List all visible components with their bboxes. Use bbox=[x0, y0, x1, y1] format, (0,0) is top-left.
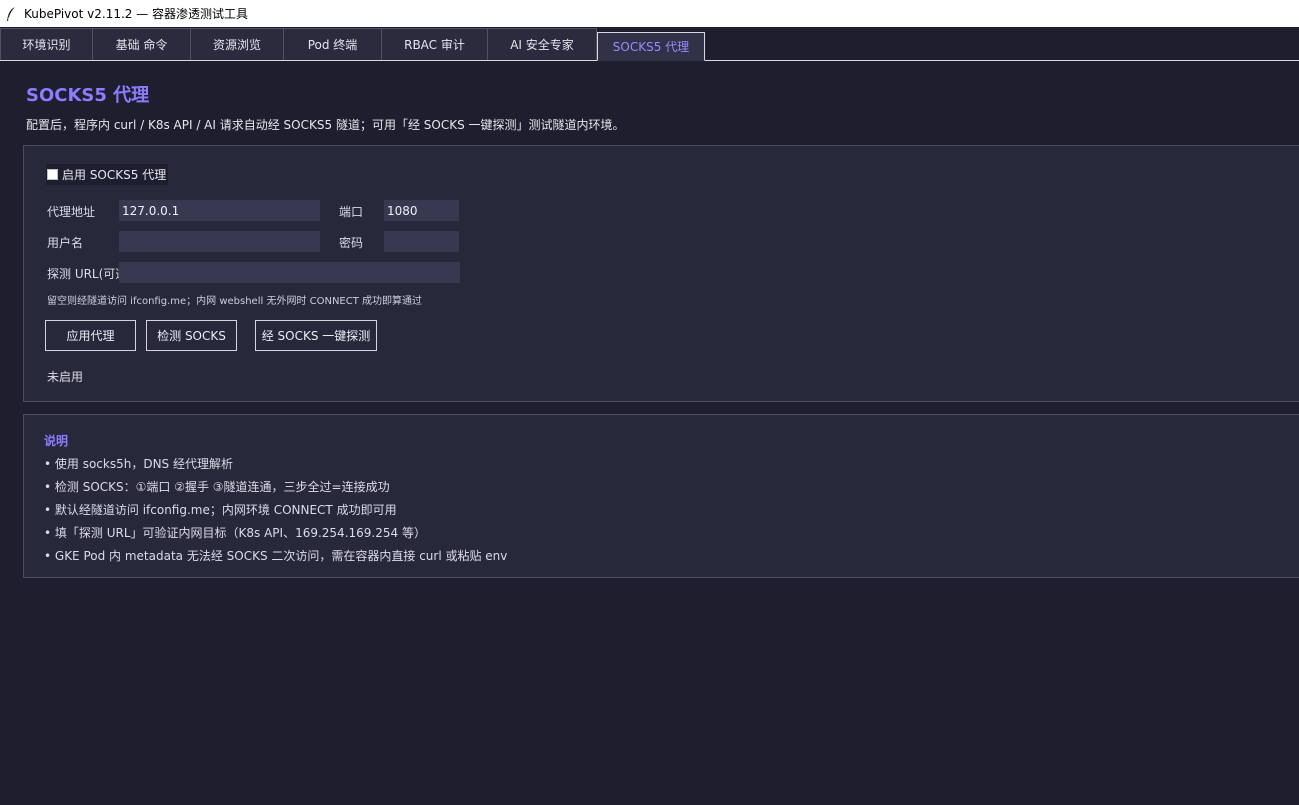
note-line: • 使用 socks5h，DNS 经代理解析 bbox=[44, 457, 233, 471]
note-line: • 检测 SOCKS：①端口 ②握手 ③隧道连通，三步全过=连接成功 bbox=[44, 480, 390, 494]
tab-basic-commands[interactable]: 基础 命令 bbox=[92, 28, 191, 60]
notes-title: 说明 bbox=[44, 434, 69, 448]
apply-proxy-button[interactable]: 应用代理 bbox=[45, 320, 136, 351]
feather-icon bbox=[4, 6, 18, 22]
proxy-status: 未启用 bbox=[47, 370, 84, 384]
checkbox-box[interactable] bbox=[47, 169, 58, 180]
password-input[interactable] bbox=[384, 231, 459, 252]
username-input[interactable] bbox=[119, 231, 320, 252]
probe-url-input[interactable] bbox=[119, 262, 460, 283]
tab-ai-security-expert[interactable]: AI 安全专家 bbox=[487, 28, 597, 60]
port-input[interactable]: 1080 bbox=[384, 200, 459, 221]
probe-via-socks-button[interactable]: 经 SOCKS 一键探测 bbox=[255, 320, 377, 351]
title-bar: KubePivot v2.11.2 — 容器渗透测试工具 bbox=[0, 0, 1299, 27]
enable-socks5-label: 启用 SOCKS5 代理 bbox=[62, 168, 167, 182]
username-label: 用户名 bbox=[47, 236, 84, 250]
enable-socks5-checkbox[interactable]: 启用 SOCKS5 代理 bbox=[46, 164, 169, 185]
note-line: • GKE Pod 内 metadata 无法经 SOCKS 二次访问，需在容器… bbox=[44, 549, 508, 563]
check-socks-button[interactable]: 检测 SOCKS bbox=[146, 320, 237, 351]
tab-rbac-audit[interactable]: RBAC 审计 bbox=[381, 28, 488, 60]
tab-socks5-proxy[interactable]: SOCKS5 代理 bbox=[597, 32, 705, 61]
note-line: • 默认经隧道访问 ifconfig.me；内网环境 CONNECT 成功即可用 bbox=[44, 503, 397, 517]
proxy-address-input[interactable]: 127.0.0.1 bbox=[119, 200, 320, 221]
tab-pod-terminal[interactable]: Pod 终端 bbox=[283, 28, 382, 60]
note-line: • 填「探测 URL」可验证内网目标（K8s API、169.254.169.2… bbox=[44, 526, 426, 540]
probe-url-label: 探测 URL(可选 bbox=[47, 267, 119, 281]
password-label: 密码 bbox=[339, 236, 364, 250]
probe-url-hint: 留空则经隧道访问 ifconfig.me；内网 webshell 无外网时 CO… bbox=[47, 296, 423, 307]
window-title: KubePivot v2.11.2 — 容器渗透测试工具 bbox=[24, 7, 249, 21]
page-title: SOCKS5 代理 bbox=[26, 85, 150, 106]
tab-bar: 环境识别 基础 命令 资源浏览 Pod 终端 RBAC 审计 AI 安全专家 S… bbox=[0, 27, 1299, 61]
proxy-address-label: 代理地址 bbox=[47, 205, 96, 219]
port-label: 端口 bbox=[339, 205, 364, 219]
tab-resource-browser[interactable]: 资源浏览 bbox=[190, 28, 284, 60]
tab-env-detect[interactable]: 环境识别 bbox=[0, 28, 93, 60]
page-subtitle: 配置后，程序内 curl / K8s API / AI 请求自动经 SOCKS5… bbox=[26, 118, 625, 132]
